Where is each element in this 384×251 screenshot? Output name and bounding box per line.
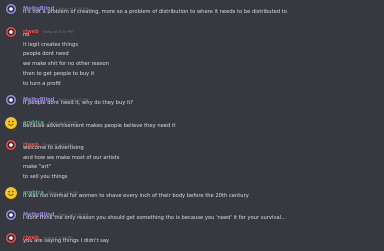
message-text: people dont need xyxy=(23,51,69,58)
message-text: to sell you things xyxy=(23,174,68,181)
avatar[interactable] xyxy=(5,232,17,244)
message-text: If people dont need it, why do they buy … xyxy=(23,100,134,106)
message-text: then to get people to buy it xyxy=(23,70,95,77)
message-text: to turn a profit xyxy=(23,80,61,87)
message-text: make "art" xyxy=(23,164,52,171)
avatar[interactable] xyxy=(5,3,17,15)
message-text: I dont think the only reason you should … xyxy=(23,215,287,221)
avatar[interactable] xyxy=(5,94,17,106)
avatar[interactable] xyxy=(5,26,17,38)
message-text: it was not normal for women to shave eve… xyxy=(23,193,249,199)
avatar[interactable] xyxy=(5,187,17,199)
message-header: rjweb Today at 5:30 PM xyxy=(23,25,73,35)
message-text: it legit creates things xyxy=(23,41,79,48)
message-text: It's not a problem of creating, more so … xyxy=(23,9,287,15)
message-text: because advertisement makes people belie… xyxy=(23,123,176,129)
message-text: we make shit for no other reason xyxy=(23,61,110,68)
message-text: and how we make most of our artists xyxy=(23,154,120,161)
chat-message-list: MelbyBlind Today at 5:29 PM It's not a pro… xyxy=(0,0,384,251)
avatar[interactable] xyxy=(5,139,17,151)
message-text: welcome to advertising xyxy=(23,145,84,151)
message-text: no xyxy=(23,32,30,38)
avatar[interactable] xyxy=(5,209,17,221)
avatar[interactable] xyxy=(5,117,17,129)
message-text: you are saying things I didn't say xyxy=(23,238,110,244)
timestamp: Today at 5:30 PM xyxy=(42,30,73,34)
